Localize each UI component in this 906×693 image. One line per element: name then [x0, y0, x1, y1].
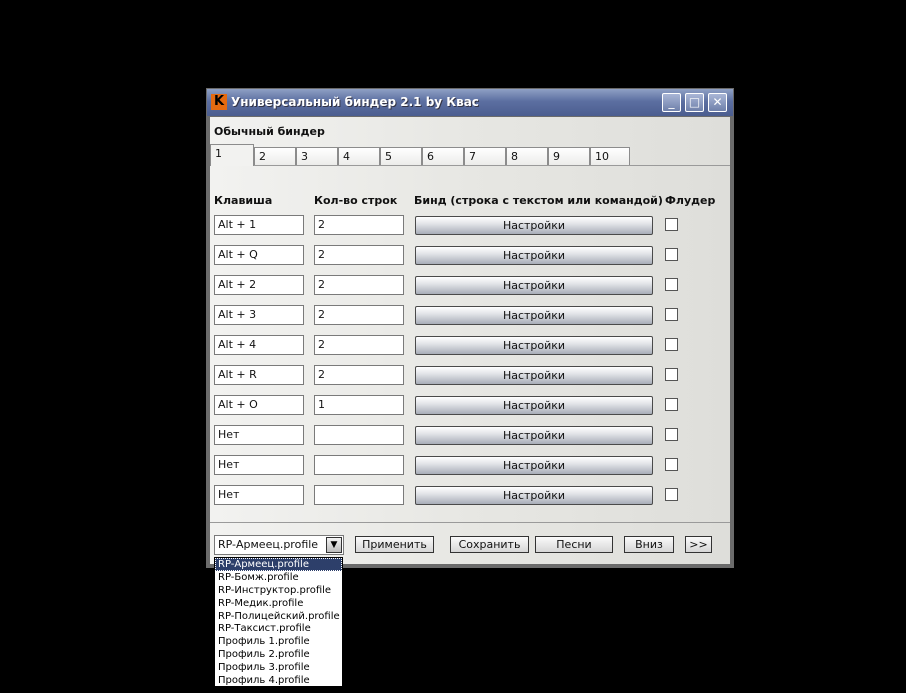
flood-checkbox[interactable]	[665, 458, 678, 471]
minimize-button[interactable]: _	[662, 93, 681, 112]
column-header-lines: Кол-во строк	[314, 194, 398, 207]
lines-count-field[interactable]: 1	[314, 395, 404, 415]
down-button[interactable]: Вниз	[624, 536, 674, 553]
tab-strip-line	[210, 165, 730, 166]
tab-8[interactable]: 8	[506, 147, 548, 165]
tab-2[interactable]: 2	[254, 147, 296, 165]
maximize-button[interactable]: □	[685, 93, 704, 112]
bind-settings-button[interactable]: Настройки	[415, 426, 653, 445]
profile-option[interactable]: RP-Медик.profile	[215, 597, 342, 610]
key-field[interactable]: Нет	[214, 425, 304, 445]
close-button[interactable]: ✕	[708, 93, 727, 112]
bind-settings-button[interactable]: Настройки	[415, 216, 653, 235]
lines-count-field[interactable]: 2	[314, 275, 404, 295]
save-button[interactable]: Сохранить	[450, 536, 529, 553]
key-field[interactable]: Alt + 3	[214, 305, 304, 325]
key-field[interactable]: Alt + 1	[214, 215, 304, 235]
flood-checkbox[interactable]	[665, 428, 678, 441]
tab-9[interactable]: 9	[548, 147, 590, 165]
bind-settings-button[interactable]: Настройки	[415, 366, 653, 385]
profile-option[interactable]: RP-Бомж.profile	[215, 571, 342, 584]
column-header-bind: Бинд (строка с текстом или командой)	[414, 194, 663, 207]
tab-4[interactable]: 4	[338, 147, 380, 165]
flood-checkbox[interactable]	[665, 488, 678, 501]
profile-option[interactable]: RP-Полицейский.profile	[215, 610, 342, 623]
bind-settings-button[interactable]: Настройки	[415, 456, 653, 475]
key-field[interactable]: Alt + 2	[214, 275, 304, 295]
tab-10[interactable]: 10	[590, 147, 630, 165]
flood-checkbox[interactable]	[665, 248, 678, 261]
profile-option[interactable]: Профиль 4.profile	[215, 674, 342, 687]
more-button[interactable]: >>	[685, 536, 712, 553]
profile-option[interactable]: RP-Инструктор.profile	[215, 584, 342, 597]
flood-checkbox[interactable]	[665, 338, 678, 351]
profile-select[interactable]: RP-Армеец.profile ▼	[214, 535, 344, 555]
lines-count-field[interactable]: 2	[314, 305, 404, 325]
flood-checkbox[interactable]	[665, 308, 678, 321]
tab-5[interactable]: 5	[380, 147, 422, 165]
column-header-key: Клавиша	[214, 194, 273, 207]
lines-count-field[interactable]: 2	[314, 245, 404, 265]
lines-count-field[interactable]	[314, 455, 404, 475]
title-bar[interactable]: K Универсальный биндер 2.1 by Квас _ □ ✕	[207, 89, 733, 116]
lines-count-field[interactable]	[314, 485, 404, 505]
chevron-down-icon[interactable]: ▼	[326, 537, 342, 553]
tab-7[interactable]: 7	[464, 147, 506, 165]
flood-checkbox[interactable]	[665, 218, 678, 231]
tab-1[interactable]: 1	[210, 144, 254, 166]
footer-divider	[210, 522, 730, 523]
column-header-flood: Флудер	[665, 194, 716, 207]
profile-option[interactable]: RP-Таксист.profile	[215, 622, 342, 635]
profile-option[interactable]: Профиль 3.profile	[215, 661, 342, 674]
lines-count-field[interactable]: 2	[314, 215, 404, 235]
lines-count-field[interactable]: 2	[314, 365, 404, 385]
profile-dropdown-list: RP-Армеец.profile RP-Бомж.profile RP-Инстр…	[214, 557, 343, 687]
bind-settings-button[interactable]: Настройки	[415, 336, 653, 355]
tab-6[interactable]: 6	[422, 147, 464, 165]
client-area: Обычный биндер 1 2 3 4 5 6 7 8 9 10 Клавиша Кол-в…	[210, 117, 730, 564]
flood-checkbox[interactable]	[665, 368, 678, 381]
key-field[interactable]: Alt + O	[214, 395, 304, 415]
bind-settings-button[interactable]: Настройки	[415, 306, 653, 325]
bind-settings-button[interactable]: Настройки	[415, 276, 653, 295]
profile-option[interactable]: RP-Армеец.profile	[215, 558, 342, 571]
app-icon: K	[211, 94, 227, 110]
tab-3[interactable]: 3	[296, 147, 338, 165]
profile-select-value: RP-Армеец.profile	[218, 538, 319, 551]
profile-option[interactable]: Профиль 2.profile	[215, 648, 342, 661]
songs-button[interactable]: Песни	[535, 536, 613, 553]
key-field[interactable]: Alt + 4	[214, 335, 304, 355]
profile-option[interactable]: Профиль 1.profile	[215, 635, 342, 648]
binder-window: K Универсальный биндер 2.1 by Квас _ □ ✕…	[206, 88, 734, 568]
bind-settings-button[interactable]: Настройки	[415, 396, 653, 415]
flood-checkbox[interactable]	[665, 398, 678, 411]
bind-settings-button[interactable]: Настройки	[415, 246, 653, 265]
lines-count-field[interactable]: 2	[314, 335, 404, 355]
bind-settings-button[interactable]: Настройки	[415, 486, 653, 505]
apply-button[interactable]: Применить	[355, 536, 434, 553]
lines-count-field[interactable]	[314, 425, 404, 445]
key-field[interactable]: Нет	[214, 485, 304, 505]
flood-checkbox[interactable]	[665, 278, 678, 291]
key-field[interactable]: Нет	[214, 455, 304, 475]
window-title: Универсальный биндер 2.1 by Квас	[231, 95, 479, 109]
key-field[interactable]: Alt + R	[214, 365, 304, 385]
group-label: Обычный биндер	[214, 125, 325, 138]
key-field[interactable]: Alt + Q	[214, 245, 304, 265]
